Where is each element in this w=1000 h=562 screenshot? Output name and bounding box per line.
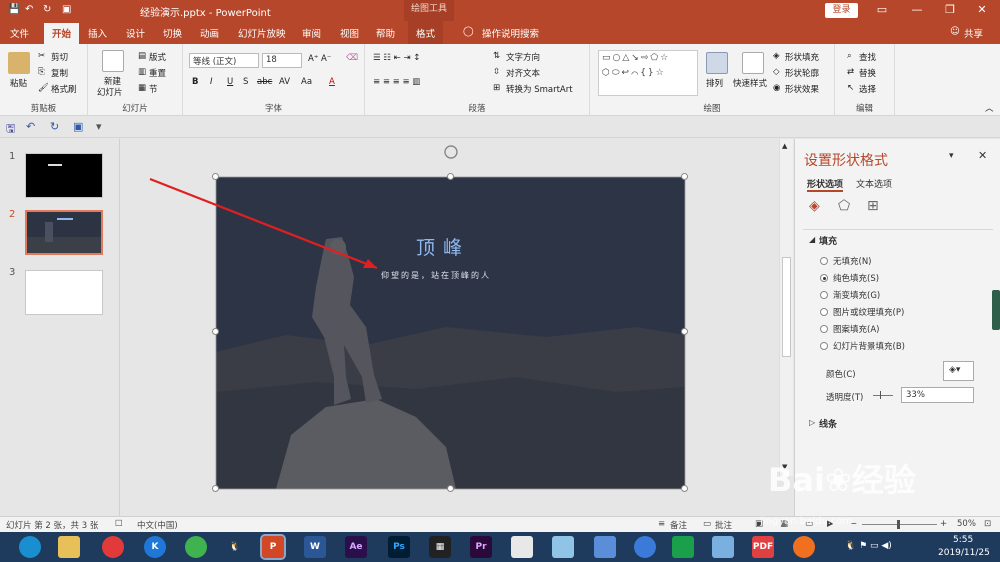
taskbar-powerpoint-icon[interactable]: P (260, 534, 286, 560)
taskbar-wechat-icon[interactable] (185, 536, 207, 558)
notes-icon: ≡ (658, 519, 666, 529)
rotate-handle-icon (444, 145, 458, 159)
resize-handle[interactable] (212, 485, 219, 492)
baidu-watermark: Bai❀经验 (768, 455, 916, 501)
radio-gradient-fill[interactable] (820, 291, 828, 299)
effects-icon[interactable]: ⬠ (838, 198, 850, 214)
transparency-label: 透明度(T) (826, 393, 864, 403)
resize-handle[interactable] (447, 485, 454, 492)
option-picture-fill[interactable]: 图片或纹理填充(P) (833, 306, 904, 318)
side-widget[interactable] (992, 290, 1000, 330)
resize-handle[interactable] (681, 328, 688, 335)
radio-pattern-fill[interactable] (820, 325, 828, 333)
taskbar-app7-icon[interactable] (793, 536, 815, 558)
line-section-header[interactable]: 线条 (819, 417, 837, 430)
size-properties-icon[interactable]: ⊞ (867, 198, 879, 214)
taskbar-app4-icon[interactable] (634, 536, 656, 558)
clock-time[interactable]: 5:55 (953, 535, 973, 545)
zoom-in-icon[interactable]: + (940, 519, 947, 529)
fill-color-picker[interactable]: ◈▾ (943, 361, 974, 381)
resize-handle[interactable] (681, 485, 688, 492)
taskbar-word-icon[interactable]: W (304, 536, 326, 558)
watermark-url: jingyan.baidu.com (760, 516, 853, 527)
pane-title: 设置形状格式 (804, 153, 888, 169)
language-status[interactable]: 中文(中国) (137, 519, 178, 531)
taskbar-app3-icon[interactable] (594, 536, 616, 558)
baidu-paw-icon: ❀ (824, 461, 852, 499)
pane-options-icon[interactable]: ▾ (949, 151, 954, 161)
zoom-slider-thumb[interactable] (897, 520, 900, 529)
radio-background-fill[interactable] (820, 342, 828, 350)
resize-handle[interactable] (681, 173, 688, 180)
transparency-slider-thumb[interactable] (880, 391, 881, 399)
option-solid-fill[interactable]: 纯色填充(S) (833, 272, 879, 284)
taskbar-video-icon[interactable]: ▦ (429, 536, 451, 558)
comments-icon: ▭ (703, 519, 712, 529)
watermark-brand: Bai (768, 461, 825, 499)
resize-handle[interactable] (212, 328, 219, 335)
notes-button[interactable]: 备注 (670, 519, 687, 531)
zoom-level[interactable]: 50% (957, 519, 976, 529)
fit-slide-icon[interactable]: ⊡ (984, 519, 991, 529)
radio-solid-fill[interactable] (820, 274, 828, 282)
fill-section-header[interactable]: 填充 (819, 234, 837, 247)
windows-taskbar: K 🐧 P W Ae Ps ▦ Pr PDF 🐧 ⚑ ▭ ◀) 5:55 201… (0, 532, 1000, 562)
taskbar-pdf-icon[interactable]: PDF (752, 536, 774, 558)
resize-handle[interactable] (212, 173, 219, 180)
option-no-fill[interactable]: 无填充(N) (833, 255, 872, 267)
comments-button[interactable]: 批注 (715, 519, 732, 531)
taskbar-app5-icon[interactable] (672, 536, 694, 558)
tab-shape-options[interactable]: 形状选项 (807, 177, 844, 192)
option-pattern-fill[interactable]: 图案填充(A) (833, 323, 879, 335)
taskbar-browser-icon[interactable] (19, 536, 41, 558)
radio-no-fill[interactable] (820, 257, 828, 265)
taskbar-app-icon[interactable] (511, 536, 533, 558)
taskbar-explorer-icon[interactable] (58, 536, 80, 558)
clock-date[interactable]: 2019/11/25 (938, 548, 990, 558)
watermark-brand2: 经验 (851, 461, 916, 499)
option-background-fill[interactable]: 幻灯片背景填充(B) (833, 340, 905, 352)
taskbar-app2-icon[interactable] (552, 536, 574, 558)
tab-text-options[interactable]: 文本选项 (856, 177, 892, 190)
taskbar-qq-icon[interactable]: 🐧 (224, 536, 246, 558)
spellcheck-icon[interactable]: ☐ (115, 519, 123, 529)
radio-picture-fill[interactable] (820, 308, 828, 316)
option-gradient-fill[interactable]: 渐变填充(G) (833, 289, 880, 301)
resize-handle[interactable] (447, 173, 454, 180)
expand-fill-icon[interactable]: ◢ (809, 235, 815, 244)
slide-count-status: 幻灯片 第 2 张，共 3 张 (6, 521, 99, 531)
transparency-input[interactable]: 33% (901, 387, 974, 403)
taskbar-ae-icon[interactable]: Ae (345, 536, 367, 558)
transparency-slider[interactable] (873, 395, 893, 396)
fill-line-icon[interactable]: ◈ (809, 198, 820, 214)
pane-close-icon[interactable]: ✕ (978, 149, 987, 162)
taskbar-pr-icon[interactable]: Pr (470, 536, 492, 558)
tray-icons[interactable]: 🐧 ⚑ ▭ ◀) (845, 541, 892, 551)
taskbar-music-icon[interactable] (102, 536, 124, 558)
taskbar-player-icon[interactable]: K (144, 536, 166, 558)
color-label: 颜色(C) (826, 370, 856, 380)
taskbar-app6-icon[interactable] (712, 536, 734, 558)
expand-line-icon[interactable]: ▷ (809, 418, 815, 427)
taskbar-ps-icon[interactable]: Ps (388, 536, 410, 558)
